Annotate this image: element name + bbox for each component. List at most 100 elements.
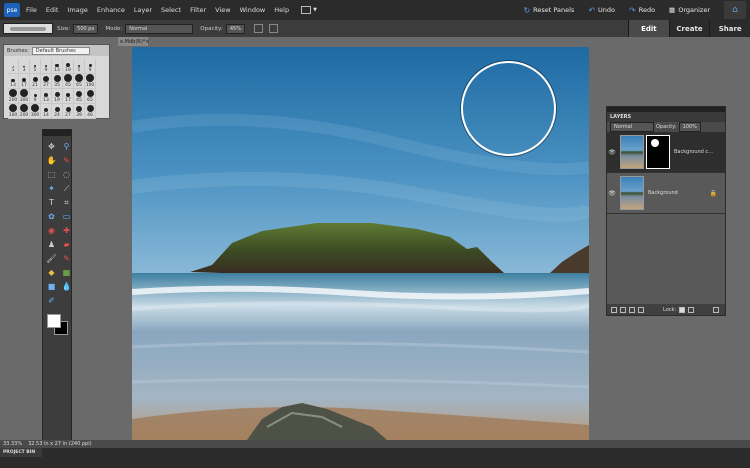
- blend-mode-select[interactable]: Normal: [610, 122, 654, 132]
- eyedropper-tool-icon[interactable]: ✎: [60, 155, 73, 166]
- brush-preset[interactable]: 39: [74, 104, 85, 119]
- brush-preset[interactable]: 17: [63, 89, 74, 104]
- add-mask-icon[interactable]: [629, 306, 635, 313]
- eye-icon[interactable]: 👁: [607, 190, 617, 197]
- new-layer-icon[interactable]: [611, 306, 617, 313]
- menu-select[interactable]: Select: [161, 6, 181, 14]
- magic-wand-tool-icon[interactable]: ✦: [45, 183, 58, 194]
- brush-preset[interactable]: 19: [52, 89, 63, 104]
- sponge-tool-icon[interactable]: ✐: [45, 295, 58, 306]
- brush-preset[interactable]: 17: [19, 74, 30, 89]
- brush-preset[interactable]: 300: [30, 104, 41, 119]
- size-field[interactable]: 500 px: [73, 23, 99, 34]
- brush-preset[interactable]: 100: [8, 104, 19, 119]
- gradient-tool-icon[interactable]: ▦: [60, 267, 73, 278]
- document-tab[interactable]: e.Mdb(R)* ×: [118, 37, 149, 46]
- paint-bucket-icon[interactable]: ◆: [45, 267, 58, 278]
- menu-filter[interactable]: Filter: [190, 6, 206, 14]
- layer-opacity-field[interactable]: 100%: [678, 122, 701, 132]
- cookie-cutter-icon[interactable]: ✿: [45, 211, 58, 222]
- menu-layer[interactable]: Layer: [134, 6, 152, 14]
- link-icon[interactable]: [638, 306, 644, 313]
- brush-preset-picker[interactable]: [3, 23, 53, 34]
- red-eye-tool-icon[interactable]: ◉: [45, 225, 58, 236]
- brush-preset[interactable]: 200: [19, 104, 30, 119]
- brush-preset[interactable]: 21: [30, 74, 41, 89]
- hand-tool-icon[interactable]: ✋: [45, 155, 58, 166]
- brush-preset[interactable]: 200: [8, 89, 19, 104]
- menu-enhance[interactable]: Enhance: [97, 6, 125, 14]
- healing-brush-icon[interactable]: ✚: [60, 225, 73, 236]
- type-tool-icon[interactable]: T: [45, 197, 58, 208]
- eraser-tool-icon[interactable]: ▰: [60, 239, 73, 250]
- menu-image[interactable]: Image: [67, 6, 87, 14]
- shape-tool-icon[interactable]: ■: [45, 281, 58, 292]
- marquee-tool-icon[interactable]: ⬚: [45, 169, 58, 180]
- reset-panels-button[interactable]: ↻ Reset Panels: [523, 6, 574, 15]
- brush-set-select[interactable]: Default Brushes: [31, 46, 90, 55]
- new-adjustment-layer-icon[interactable]: [620, 306, 626, 313]
- zoom-tool-icon[interactable]: ⚲: [60, 141, 73, 152]
- eye-icon[interactable]: 👁: [607, 149, 617, 156]
- menu-file[interactable]: File: [26, 6, 37, 14]
- foreground-color-swatch[interactable]: [47, 314, 61, 328]
- layer-row[interactable]: 👁 Background c...: [607, 132, 725, 173]
- brush-preset[interactable]: 3: [19, 59, 30, 74]
- lasso-tool-icon[interactable]: ◌: [60, 169, 73, 180]
- home-icon[interactable]: ⌂: [724, 1, 746, 19]
- brush-preset[interactable]: 27: [63, 104, 74, 119]
- tab-create[interactable]: Create: [668, 20, 710, 37]
- redo-button[interactable]: ↷ Redo: [629, 6, 655, 15]
- menu-help[interactable]: Help: [274, 6, 289, 14]
- menu-view[interactable]: View: [215, 6, 230, 14]
- layer-mask-thumbnail[interactable]: [646, 135, 670, 169]
- brush-preset[interactable]: 5: [30, 59, 41, 74]
- brush-tool-icon[interactable]: 🖌: [45, 253, 58, 264]
- project-bin-tab[interactable]: PROJECT BIN: [0, 448, 42, 457]
- brush-preset[interactable]: 100: [85, 74, 96, 89]
- opacity-field[interactable]: 45%: [225, 23, 245, 34]
- undo-button[interactable]: ↶ Undo: [588, 6, 615, 15]
- brush-preset[interactable]: 13: [52, 59, 63, 74]
- brush-settings-icon[interactable]: [269, 24, 278, 33]
- brush-preset[interactable]: 13: [41, 89, 52, 104]
- menu-edit[interactable]: Edit: [46, 6, 59, 14]
- brush-preset[interactable]: 27: [41, 74, 52, 89]
- trash-icon[interactable]: [713, 306, 720, 313]
- selection-brush-icon[interactable]: ⟋: [60, 183, 73, 194]
- brush-preset[interactable]: 9: [41, 59, 52, 74]
- brush-preset[interactable]: 45: [63, 74, 74, 89]
- crop-tool-icon[interactable]: ⌗: [60, 197, 73, 208]
- tab-edit[interactable]: Edit: [628, 20, 669, 37]
- chevron-down-icon[interactable]: ▼: [313, 7, 317, 13]
- brush-preset[interactable]: 24: [52, 104, 63, 119]
- brush-preset[interactable]: 1: [8, 59, 19, 74]
- brush-preset[interactable]: 19: [63, 59, 74, 74]
- brush-preset[interactable]: 65: [74, 74, 85, 89]
- brush-preset[interactable]: 5: [74, 59, 85, 74]
- organizer-button[interactable]: ▦ Organizer: [669, 6, 710, 14]
- clone-stamp-icon[interactable]: ♟: [45, 239, 58, 250]
- brush-preset[interactable]: 14: [41, 104, 52, 119]
- brush-preset[interactable]: 35: [52, 74, 63, 89]
- lock-all-icon[interactable]: [688, 306, 695, 313]
- blur-tool-icon[interactable]: 💧: [60, 281, 73, 292]
- tab-share[interactable]: Share: [709, 20, 750, 37]
- brush-preset[interactable]: 46: [85, 104, 96, 119]
- straighten-tool-icon[interactable]: ▭: [60, 211, 73, 222]
- brush-preset[interactable]: 9: [85, 59, 96, 74]
- move-tool-icon[interactable]: ✥: [45, 141, 58, 152]
- lock-pixels-icon[interactable]: [679, 306, 686, 313]
- workspace-icon[interactable]: [301, 6, 312, 14]
- airbrush-icon[interactable]: [254, 24, 263, 33]
- brush-preset[interactable]: 65: [85, 89, 96, 104]
- mode-select[interactable]: Normal: [125, 23, 194, 34]
- brush-preset[interactable]: 300: [19, 89, 30, 104]
- brush-preset[interactable]: 13: [8, 74, 19, 89]
- close-icon[interactable]: ×: [145, 39, 149, 45]
- smart-brush-icon[interactable]: ✎: [60, 253, 73, 264]
- brush-preset[interactable]: 9: [30, 89, 41, 104]
- layer-row[interactable]: 👁 Background 🔒: [607, 173, 725, 214]
- menu-window[interactable]: Window: [240, 6, 266, 14]
- zoom-level[interactable]: 33.33%: [3, 441, 22, 447]
